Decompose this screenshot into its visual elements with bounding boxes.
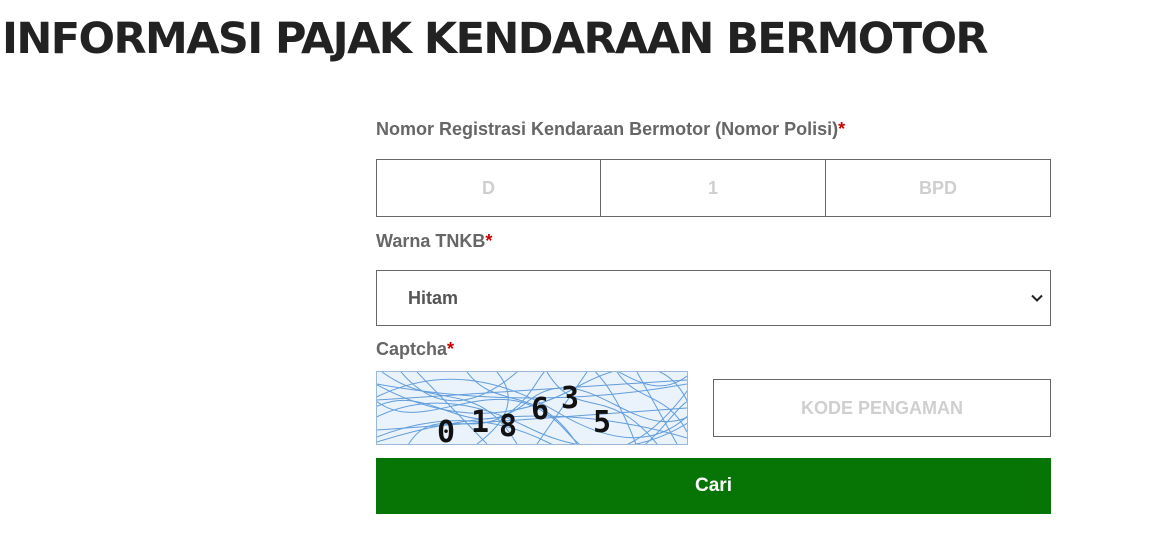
plate-number-group (376, 159, 1051, 217)
captcha-label-text: Captcha (376, 339, 448, 359)
plate-color-selected-value: Hitam (408, 288, 459, 308)
captcha-digit: 3 (561, 381, 579, 416)
plate-color-select[interactable]: Hitam (376, 270, 1051, 326)
plate-number-input[interactable] (601, 159, 826, 217)
plate-color-label-text: Warna TNKB (376, 231, 486, 251)
security-code-input[interactable] (713, 379, 1051, 437)
search-button[interactable]: Cari (376, 458, 1051, 514)
captcha-digit: 5 (593, 405, 611, 440)
captcha-digit: 1 (471, 405, 489, 440)
page-title: INFORMASI PAJAK KENDARAAN BERMOTOR (2, 14, 989, 64)
page: INFORMASI PAJAK KENDARAAN BERMOTOR Nomor… (0, 0, 1155, 549)
plate-suffix-input[interactable] (826, 159, 1051, 217)
plate-number-label: Nomor Registrasi Kendaraan Bermotor (Nom… (376, 119, 845, 140)
chevron-down-icon (1031, 294, 1043, 302)
captcha-digit: 8 (499, 409, 517, 444)
plate-prefix-input[interactable] (376, 159, 601, 217)
captcha-digit: 6 (531, 392, 549, 427)
captcha-image: 0 1 8 6 3 5 (376, 371, 688, 445)
captcha-digit: 0 (437, 415, 455, 444)
plate-number-label-text: Nomor Registrasi Kendaraan Bermotor (Nom… (376, 119, 839, 139)
captcha-label: Captcha* (376, 339, 454, 360)
required-mark: * (485, 231, 493, 251)
required-mark: * (838, 119, 846, 139)
captcha-graphic: 0 1 8 6 3 5 (377, 372, 687, 444)
plate-color-label: Warna TNKB* (376, 231, 492, 252)
required-mark: * (447, 339, 455, 359)
